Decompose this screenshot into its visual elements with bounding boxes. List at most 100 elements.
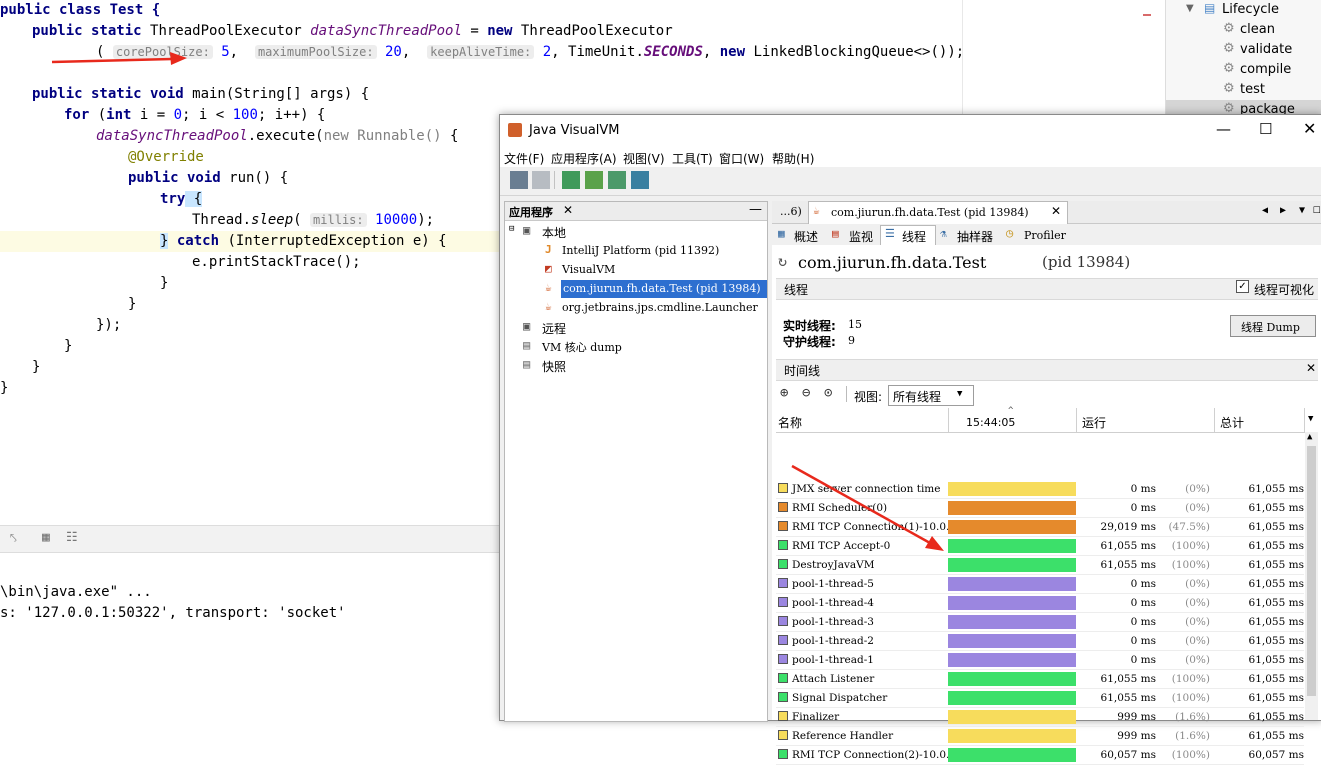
thread-dump-button[interactable]: 线程 Dump xyxy=(1230,315,1316,337)
visualize-checkbox[interactable]: ✓ xyxy=(1236,280,1249,293)
scroll-right-icon[interactable]: ▶ xyxy=(1280,205,1286,216)
scroll-left-icon[interactable]: ◀ xyxy=(1262,205,1268,216)
table-row[interactable]: pool-1-thread-2 0 ms (0%) 61,055 ms xyxy=(776,631,1304,651)
maximize-tab-icon[interactable]: ☐ xyxy=(1313,202,1321,217)
table-row[interactable]: RMI TCP Connection(1)-10.0. 29,019 ms (47.… xyxy=(776,517,1304,537)
maven-panel[interactable]: ▼ ▤ Lifecycle ⚙ clean ⚙ validate ⚙ compi… xyxy=(1165,0,1321,118)
menu-help[interactable]: 帮助(H) xyxy=(772,150,814,167)
section-close-icon[interactable]: ✕ xyxy=(1306,361,1316,375)
code-line-try[interactable]: try { xyxy=(160,189,203,210)
code-line-execute[interactable]: dataSyncThreadPool.execute(new Runnable(… xyxy=(96,126,458,147)
collapse-icon[interactable]: ⊟ xyxy=(509,224,514,234)
code-line-close[interactable]: } xyxy=(0,378,8,399)
minimize-button[interactable]: — xyxy=(1216,120,1231,138)
maximize-button[interactable]: ☐ xyxy=(1259,120,1272,138)
add-dump-icon[interactable] xyxy=(608,171,626,189)
table-row[interactable]: pool-1-thread-5 0 ms (0%) 61,055 ms xyxy=(776,574,1304,594)
error-stripe-mark[interactable] xyxy=(1143,14,1151,16)
clear-icon[interactable]: ☷ xyxy=(66,530,78,545)
code-line-override[interactable]: @Override xyxy=(128,147,204,168)
applications-tab[interactable]: 应用程序 ✕ — xyxy=(505,202,767,221)
view-select[interactable]: 所有线程 ▼ xyxy=(888,385,974,406)
close-button[interactable]: ✕ xyxy=(1303,119,1316,138)
table-row[interactable]: RMI Scheduler(0) 0 ms (0%) 61,055 ms xyxy=(776,498,1304,518)
tree-app[interactable]: VisualVM xyxy=(562,263,615,276)
tab-previous[interactable]: ...6) xyxy=(780,205,802,218)
tree-app[interactable]: org.jetbrains.jps.cmdline.Launcher xyxy=(562,301,758,314)
column-chooser-icon[interactable]: ▼ xyxy=(1308,414,1313,424)
threads-view[interactable]: ↻ com.jiurun.fh.data.Test (pid 13984) 线程… xyxy=(772,245,1321,765)
table-row[interactable]: Reference Handler 999 ms (1.6%) 61,055 ms xyxy=(776,726,1304,746)
add-snapshot-icon[interactable] xyxy=(631,171,649,189)
applications-panel[interactable]: 应用程序 ✕ — ⊟ ▣ 本地 J IntelliJ Platform (pid… xyxy=(504,201,768,722)
scrollbar-thumb[interactable] xyxy=(1307,446,1316,696)
table-row[interactable]: pool-1-thread-1 0 ms (0%) 61,055 ms xyxy=(776,650,1304,670)
table-row[interactable]: JMX server connection time 0 ms (0%) 61,055… xyxy=(776,480,1304,499)
table-row[interactable]: RMI TCP Accept-0 61,055 ms (100%) 61,055 ms xyxy=(776,536,1304,556)
tab-monitor[interactable]: 监视 xyxy=(849,228,873,245)
col-timeline-time[interactable]: 15:44:05 xyxy=(966,416,1015,429)
menu-window[interactable]: 窗口(W) xyxy=(719,150,764,167)
menu-tools[interactable]: 工具(T) xyxy=(672,150,713,167)
lifecycle-item[interactable]: test xyxy=(1240,82,1265,97)
tab-profiler[interactable]: Profiler xyxy=(1024,229,1066,242)
load-snapshot-icon[interactable] xyxy=(510,171,528,189)
tab-active[interactable]: ☕ com.jiurun.fh.data.Test (pid 13984) ✕ xyxy=(808,201,1068,224)
add-jmx-icon[interactable] xyxy=(562,171,580,189)
run-console[interactable]: ⤣ ▦ ☷ \bin\java.exe" ... s: '127.0.0.1:5… xyxy=(0,525,500,720)
code-line-sleep[interactable]: Thread.sleep( millis: 10000); xyxy=(192,210,434,231)
print-icon[interactable]: ▦ xyxy=(42,530,50,545)
code-line-class[interactable]: public class Test { xyxy=(0,0,160,21)
table-row[interactable]: pool-1-thread-4 0 ms (0%) 61,055 ms xyxy=(776,593,1304,613)
menu-view[interactable]: 视图(V) xyxy=(623,150,665,167)
code-line-main[interactable]: public static void main(String[] args) { xyxy=(32,84,369,105)
tree-vm-dump[interactable]: VM 核心 dump xyxy=(542,339,622,355)
tree-remote[interactable]: 远程 xyxy=(542,320,566,337)
vertical-scrollbar[interactable]: ▲ xyxy=(1305,432,1318,720)
tab-list-icon[interactable]: ▼ xyxy=(1299,205,1305,216)
tab-close-icon[interactable]: ✕ xyxy=(1051,204,1061,218)
table-row[interactable]: pool-1-thread-3 0 ms (0%) 61,055 ms xyxy=(776,612,1304,632)
table-row[interactable]: Signal Dispatcher 61,055 ms (100%) 61,055 m… xyxy=(776,688,1304,708)
table-row[interactable]: Finalizer 999 ms (1.6%) 61,055 ms xyxy=(776,707,1304,727)
col-run[interactable]: 运行 xyxy=(1082,414,1106,431)
lifecycle-item[interactable]: compile xyxy=(1240,62,1291,77)
zoom-out-icon[interactable]: ⊖ xyxy=(802,385,810,401)
tab-close-icon[interactable]: ✕ xyxy=(563,203,573,217)
lifecycle-item[interactable]: validate xyxy=(1240,42,1292,57)
code-line-close[interactable]: } xyxy=(64,336,72,357)
table-row[interactable]: RMI TCP Connection(2)-10.0. 60,057 ms (100… xyxy=(776,745,1304,765)
detail-panel[interactable]: ...6) ☕ com.jiurun.fh.data.Test (pid 139… xyxy=(772,201,1321,765)
lifecycle-item[interactable]: clean xyxy=(1240,22,1275,37)
zoom-fit-icon[interactable]: ⊙ xyxy=(824,385,832,401)
scroll-up-icon[interactable]: ▲ xyxy=(1307,432,1312,442)
code-line-run[interactable]: public void run() { xyxy=(128,168,288,189)
tree-app[interactable]: IntelliJ Platform (pid 11392) xyxy=(562,244,719,257)
menu-file[interactable]: 文件(F) xyxy=(504,150,544,167)
code-line-close[interactable]: } xyxy=(128,294,136,315)
tab-threads-active[interactable]: ☰ 线程 xyxy=(880,225,936,247)
zoom-in-icon[interactable]: ⊕ xyxy=(780,385,788,401)
code-line-close[interactable]: } xyxy=(32,357,40,378)
code-line-print[interactable]: e.printStackTrace(); xyxy=(192,252,361,273)
tree-app-selected[interactable]: com.jiurun.fh.data.Test (pid 13984) xyxy=(563,282,761,295)
col-total[interactable]: 总计 xyxy=(1220,414,1244,431)
tree-snapshots[interactable]: 快照 xyxy=(542,358,566,375)
table-row[interactable]: DestroyJavaVM 61,055 ms (100%) 61,055 ms xyxy=(776,555,1304,575)
menu-application[interactable]: 应用程序(A) xyxy=(551,150,617,167)
code-line-args[interactable]: ( corePoolSize: 5, maximumPoolSize: 20 , … xyxy=(96,42,964,63)
code-line-close[interactable]: } xyxy=(160,273,168,294)
code-line-close[interactable]: }); xyxy=(96,315,121,336)
tree-local[interactable]: 本地 xyxy=(542,224,566,241)
table-row[interactable]: Attach Listener 61,055 ms (100%) 61,055 ms xyxy=(776,669,1304,689)
code-line-field[interactable]: public static ThreadPoolExecutor dataSyn… xyxy=(32,21,673,42)
tab-sampler[interactable]: 抽样器 xyxy=(957,228,993,245)
visualvm-window[interactable]: Java VisualVM — ☐ ✕ 文件(F) 应用程序(A) 视图(V) … xyxy=(499,114,1321,765)
lifecycle-node[interactable]: Lifecycle xyxy=(1222,2,1279,17)
minimize-panel-icon[interactable]: — xyxy=(749,202,762,217)
code-line-catch[interactable]: } catch (InterruptedException e) { xyxy=(160,231,447,252)
code-line-for[interactable]: for (int i = 0; i < 100; i++) { xyxy=(64,105,325,126)
expand-arrow-icon[interactable]: ▼ xyxy=(1186,3,1194,14)
threads-table[interactable]: JMX server connection time 0 ms (0%) 61,055… xyxy=(776,480,1304,765)
col-name[interactable]: 名称 xyxy=(778,414,802,431)
